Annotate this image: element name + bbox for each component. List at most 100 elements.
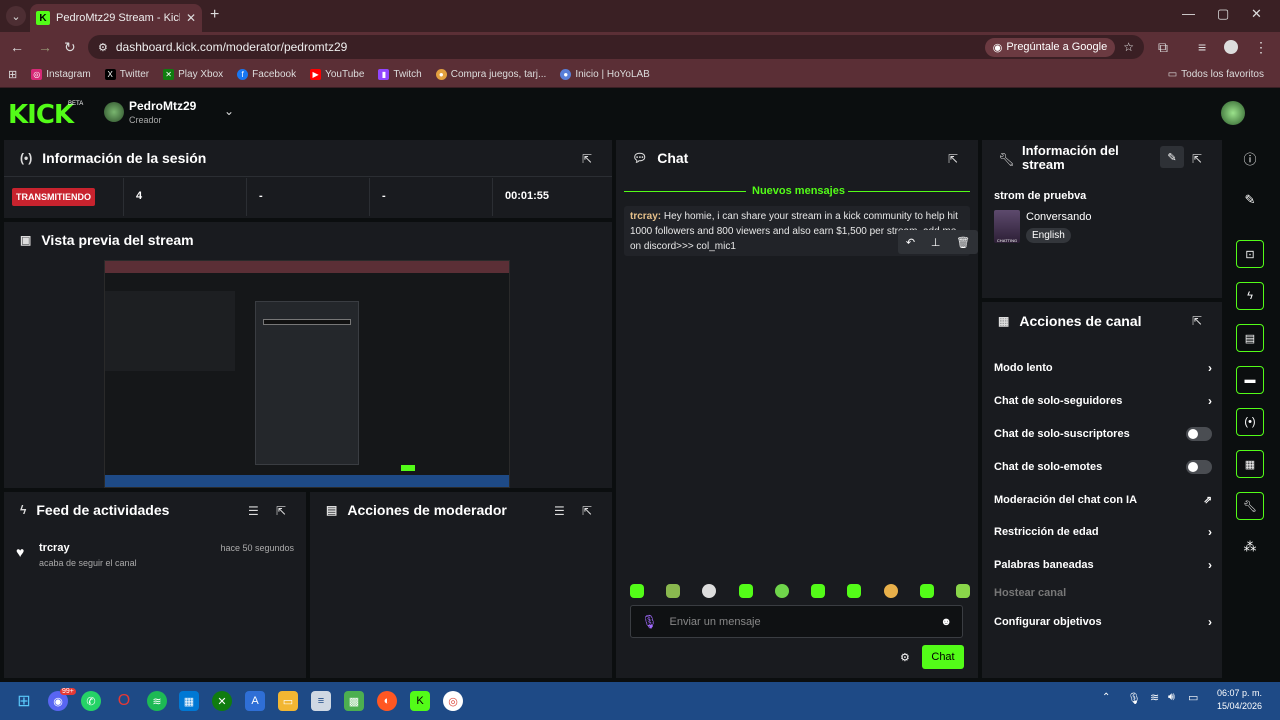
screen-capture-icon[interactable]: ⊡ bbox=[1236, 240, 1264, 268]
stream-preview-video[interactable] bbox=[104, 260, 510, 488]
feed-user[interactable]: trcray bbox=[39, 542, 70, 554]
emote-icon[interactable] bbox=[702, 584, 717, 598]
popout-icon[interactable]: ⇱ bbox=[1192, 152, 1202, 166]
popout-icon[interactable]: ⇱ bbox=[948, 152, 958, 166]
banned-words-row[interactable]: Palabras baneadas › bbox=[994, 555, 1212, 575]
chat-bubble-icon[interactable]: ▬ bbox=[1236, 366, 1264, 394]
wifi-icon[interactable]: ≋ bbox=[1150, 691, 1159, 704]
tab-list-button[interactable]: ⌄ bbox=[6, 6, 26, 26]
browser-tab-active[interactable]: K PedroMtz29 Stream - Kick Dash ✕ bbox=[30, 4, 202, 32]
category-thumbnail[interactable]: CHATTING bbox=[994, 210, 1020, 243]
emote-icon[interactable] bbox=[774, 584, 789, 598]
trash-icon[interactable]: 🗑︎ bbox=[956, 236, 970, 249]
window-close-icon[interactable]: ✕ bbox=[1251, 6, 1262, 22]
spotify-icon[interactable]: ≋ bbox=[147, 691, 167, 711]
all-bookmarks[interactable]: ▭ Todos los favoritos bbox=[1168, 69, 1264, 80]
app-icon[interactable]: ≡ bbox=[311, 691, 331, 711]
media-icon[interactable]: ≡ bbox=[1198, 39, 1206, 55]
bookmark-xbox[interactable]: ✕ Play Xbox bbox=[163, 69, 223, 80]
taskbar-clock[interactable]: 06:07 p. m. 15/04/2026 bbox=[1217, 687, 1262, 713]
tab-close-icon[interactable]: ✕ bbox=[186, 11, 196, 25]
broadcast-icon[interactable]: (•) bbox=[1236, 408, 1264, 436]
chat-message-user[interactable]: trcray: bbox=[630, 211, 661, 222]
back-arrow-icon[interactable]: ← bbox=[10, 39, 24, 55]
lightning-icon[interactable]: ϟ bbox=[1236, 282, 1264, 310]
popout-icon[interactable]: ⇱ bbox=[582, 504, 592, 518]
windows-start-icon[interactable]: ⊞ bbox=[14, 691, 34, 711]
emote-icon[interactable] bbox=[919, 584, 934, 598]
extensions-icon[interactable]: ⧉ bbox=[1158, 39, 1168, 56]
bookmark-twitter[interactable]: X Twitter bbox=[104, 69, 149, 80]
profile-avatar[interactable] bbox=[1224, 40, 1238, 54]
new-tab-button[interactable]: + bbox=[210, 6, 219, 24]
send-chat-button[interactable]: Chat bbox=[922, 645, 964, 669]
connections-icon[interactable]: ⁂ bbox=[1236, 533, 1264, 561]
chat-settings-gear-icon[interactable]: ⚙ bbox=[900, 651, 910, 664]
bookmark-hoyolab[interactable]: ● Inicio | HoYoLAB bbox=[560, 69, 650, 80]
emote-icon[interactable] bbox=[811, 584, 826, 598]
bookmark-instagram[interactable]: ◎ Instagram bbox=[31, 69, 91, 80]
ask-google-button[interactable]: ◉ Pregúntale a Google bbox=[984, 37, 1116, 57]
popout-icon[interactable]: ⇱ bbox=[1192, 314, 1202, 328]
edit-pencil-icon[interactable]: ✎ bbox=[1160, 146, 1184, 168]
url-field[interactable]: ⚙ dashboard.kick.com/moderator/pedromtz2… bbox=[88, 35, 1144, 59]
chrome-icon[interactable]: ◎ bbox=[443, 691, 463, 711]
emote-icon[interactable] bbox=[955, 584, 970, 598]
bookmark-star-icon[interactable]: ☆ bbox=[1123, 40, 1134, 54]
goals-row[interactable]: Configurar objetivos › bbox=[994, 612, 1212, 632]
editor-icon[interactable]: A bbox=[245, 691, 265, 711]
reload-icon[interactable]: ↻ bbox=[64, 39, 76, 56]
age-restriction-row[interactable]: Restricción de edad › bbox=[994, 522, 1212, 542]
bookmark-youtube[interactable]: ▶ YouTube bbox=[310, 69, 364, 80]
chevron-up-icon[interactable]: ⌃ bbox=[1102, 692, 1110, 703]
apps-grid-icon[interactable]: ⊞ bbox=[8, 68, 17, 81]
channel-name[interactable]: PedroMtz29 bbox=[129, 99, 196, 113]
info-icon[interactable]: ⓘ bbox=[1236, 144, 1264, 172]
volume-icon[interactable]: 🔊︎ bbox=[1168, 691, 1175, 704]
emoji-icon[interactable]: ☻ bbox=[940, 616, 952, 628]
ai-moderation-row[interactable]: Moderación del chat con IA ⇗ bbox=[994, 490, 1212, 510]
filter-icon[interactable]: ☰ bbox=[248, 504, 259, 518]
emote-icon[interactable] bbox=[883, 584, 898, 598]
category-name[interactable]: Conversando bbox=[1026, 211, 1091, 223]
bookmark-twitch[interactable]: ▮ Twitch bbox=[378, 69, 422, 80]
emote-icon[interactable] bbox=[738, 584, 753, 598]
popout-icon[interactable]: ⇱ bbox=[276, 504, 286, 518]
document-icon[interactable]: ▤ bbox=[1236, 324, 1264, 352]
wrench-icon[interactable]: 🔧︎ bbox=[1236, 492, 1264, 520]
maximize-icon[interactable]: ▢ bbox=[1217, 6, 1229, 22]
chevron-down-icon[interactable]: ⌄ bbox=[224, 104, 234, 118]
emote-icon[interactable] bbox=[666, 584, 681, 598]
microsoft-store-icon[interactable]: ▦ bbox=[179, 691, 199, 711]
file-explorer-icon[interactable]: ▭ bbox=[278, 691, 298, 711]
xbox-icon[interactable]: ✕ bbox=[212, 691, 232, 711]
subscribers-only-toggle[interactable] bbox=[1186, 427, 1212, 441]
emote-icon[interactable] bbox=[630, 584, 644, 598]
pin-icon[interactable]: ⊥ bbox=[931, 236, 941, 249]
bookmark-facebook[interactable]: f Facebook bbox=[237, 69, 296, 80]
chat-input[interactable]: 🎙︎ Enviar un mensaje ☻ bbox=[630, 605, 963, 638]
microphone-icon[interactable]: 🎙︎ bbox=[641, 614, 658, 630]
slow-mode-row[interactable]: Modo lento › bbox=[994, 358, 1212, 378]
followers-only-row[interactable]: Chat de solo-seguidores › bbox=[994, 391, 1212, 411]
opera-icon[interactable]: O bbox=[114, 691, 134, 711]
channel-actions-icon[interactable]: ▦ bbox=[1236, 450, 1264, 478]
site-settings-icon[interactable]: ⚙ bbox=[98, 41, 108, 54]
origin-icon[interactable]: ◐ bbox=[377, 691, 397, 711]
minimize-icon[interactable]: — bbox=[1182, 6, 1195, 21]
microphone-icon[interactable]: 🎙︎ bbox=[1127, 692, 1141, 705]
minecraft-icon[interactable]: ▩ bbox=[344, 691, 364, 711]
browser-menu-icon[interactable]: ⋮ bbox=[1254, 39, 1268, 56]
kick-logo[interactable]: KICK bbox=[8, 100, 74, 130]
undo-icon[interactable]: ↶ bbox=[906, 236, 915, 249]
forward-arrow-icon[interactable]: → bbox=[38, 39, 52, 55]
kick-app-icon[interactable]: K bbox=[410, 691, 430, 711]
filter-icon[interactable]: ☰ bbox=[554, 504, 565, 518]
emote-icon[interactable] bbox=[847, 584, 862, 598]
bookmark-store[interactable]: ● Compra juegos, tarj... bbox=[435, 69, 546, 80]
emotes-only-toggle[interactable] bbox=[1186, 460, 1212, 474]
user-avatar[interactable] bbox=[1221, 101, 1245, 125]
battery-icon[interactable]: ▭ bbox=[1188, 691, 1198, 704]
popout-icon[interactable]: ⇱ bbox=[582, 152, 592, 166]
edit-pencil-icon[interactable]: ✎ bbox=[1236, 186, 1264, 214]
